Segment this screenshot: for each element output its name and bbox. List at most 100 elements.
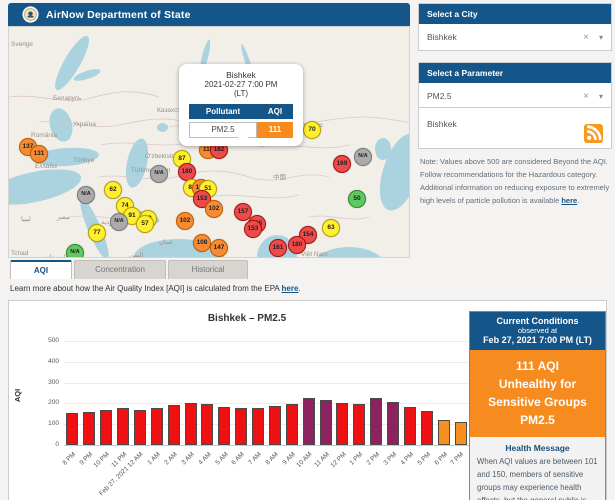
x-axis-tick: 3 PM	[382, 451, 398, 467]
x-axis-tick: 12 PM	[329, 451, 347, 469]
epa-here-link[interactable]: here	[282, 284, 299, 293]
chart-bar	[252, 408, 264, 445]
cc-parameter: PM2.5	[474, 411, 601, 429]
tab-bar: AQI Concentration Historical	[10, 260, 248, 279]
parameter-select-header: Select a Parameter	[419, 63, 611, 83]
parameter-select[interactable]: PM2.5 × ▾	[419, 83, 611, 109]
map-country-label: 中国	[273, 171, 286, 181]
parameter-select-box: Select a Parameter PM2.5 × ▾	[418, 62, 612, 110]
map-country-label: Tchad	[11, 250, 28, 257]
aqi-map-marker[interactable]: N/A	[66, 244, 84, 258]
chart-bar	[286, 404, 298, 445]
aqi-map-marker[interactable]: 153	[244, 220, 262, 238]
aqi-map-marker[interactable]: 180	[288, 236, 306, 254]
aqi-map-marker[interactable]: 70	[303, 121, 321, 139]
aqi-map-marker[interactable]: N/A	[150, 165, 168, 183]
chart-bar	[218, 407, 230, 445]
clear-icon[interactable]: ×	[583, 32, 589, 43]
popup-datetime: 2021-02-27 7:00 PM	[185, 80, 297, 89]
aqi-map-marker[interactable]: 50	[348, 190, 366, 208]
note-here-link[interactable]: here	[561, 196, 577, 205]
map-country-label: Беларусь	[53, 95, 81, 102]
aqi-map-marker[interactable]: 108	[193, 234, 211, 252]
tab-concentration[interactable]: Concentration	[74, 260, 166, 279]
chart-bar	[201, 404, 213, 445]
aqi-map-marker[interactable]: 131	[30, 145, 48, 163]
aqi-map-marker[interactable]: N/A	[77, 186, 95, 204]
aqi-map-marker[interactable]: 77	[88, 224, 106, 242]
popup-city: Bishkek	[185, 70, 297, 80]
chart-bar	[320, 400, 332, 445]
app-title: AirNow Department of State	[46, 9, 191, 21]
aqi-map-marker[interactable]: N/A	[354, 148, 372, 166]
x-axis-tick: 7 PM	[450, 451, 466, 467]
current-conditions-header: Current Conditions observed at Feb 27, 2…	[470, 312, 605, 350]
popup-aqi-value: 111	[257, 122, 293, 138]
map-country-label: ليبيا	[21, 215, 31, 223]
x-axis-tick: 8 PM	[62, 451, 78, 467]
chart-bar	[185, 403, 197, 445]
chart-gridline	[64, 341, 469, 342]
tab-aqi[interactable]: AQI	[10, 260, 72, 279]
chart-bar	[387, 402, 399, 445]
x-axis-tick: 10 AM	[296, 451, 314, 469]
map-country-label: Sverige	[11, 41, 33, 48]
chevron-down-icon[interactable]: ▾	[599, 33, 603, 42]
x-axis-tick: 2 PM	[365, 451, 381, 467]
x-axis-tick: 1 AM	[146, 451, 161, 466]
aqi-map-marker[interactable]: 102	[205, 200, 223, 218]
cc-aqi-block: 111 AQI Unhealthy for Sensitive Groups P…	[470, 350, 605, 437]
popup-table: PollutantAQI PM2.5111	[189, 101, 293, 138]
department-of-state-seal-icon	[22, 6, 39, 23]
chart-bar	[168, 405, 180, 445]
rss-icon[interactable]	[584, 124, 603, 143]
chart-bar	[404, 407, 416, 445]
feed-box: Bishkek	[418, 107, 612, 149]
aqi-map-marker[interactable]: 147	[210, 239, 228, 257]
popup-col-pollutant: Pollutant	[189, 104, 257, 119]
y-axis-tick: 500	[21, 337, 59, 344]
map-country-label: Ελλάδα	[35, 163, 57, 170]
current-conditions-panel: Current Conditions observed at Feb 27, 2…	[469, 311, 606, 500]
map-country-label: Việt Nam	[301, 251, 328, 258]
chart-title: Bishkek – PM2.5	[21, 313, 473, 324]
learn-more-text: Learn more about how the Air Quality Ind…	[10, 284, 301, 293]
beyond-aqi-note: Note: Values above 500 are considered Be…	[420, 155, 612, 208]
chevron-down-icon[interactable]: ▾	[599, 92, 603, 101]
chart-bar	[370, 398, 382, 445]
clear-icon[interactable]: ×	[583, 91, 589, 102]
health-message-text: When AQI values are between 101 and 150,…	[477, 456, 598, 500]
chart-gridline	[64, 445, 469, 446]
chart-bar	[336, 403, 348, 445]
map-country-label: مصر	[57, 213, 70, 221]
aqi-map-marker[interactable]: 102	[176, 212, 194, 230]
chart-bar	[421, 411, 433, 445]
aqi-map-marker[interactable]: N/A	[110, 213, 128, 231]
x-axis-tick: 4 AM	[197, 451, 212, 466]
health-message-box: Health Message When AQI values are betwe…	[470, 437, 605, 500]
chart-bar	[438, 420, 450, 445]
popup-tail	[235, 134, 251, 143]
tab-historical[interactable]: Historical	[168, 260, 248, 279]
chart-bar	[455, 422, 467, 445]
health-message-title: Health Message	[477, 443, 598, 453]
map-country-label: اليمن	[129, 251, 143, 258]
aqi-map-marker[interactable]: 62	[104, 181, 122, 199]
cc-datetime: Feb 27, 2021 7:00 PM (LT)	[472, 335, 603, 345]
learn-more-suffix: .	[298, 284, 300, 293]
cc-title: Current Conditions	[472, 316, 603, 326]
chart-bar	[134, 410, 146, 445]
x-axis-tick: 6 AM	[231, 451, 246, 466]
city-select-value: Bishkek	[427, 32, 583, 42]
x-axis-tick: 5 AM	[214, 451, 229, 466]
app-header: AirNow Department of State	[8, 3, 410, 26]
aqi-map-marker[interactable]: 169	[333, 155, 351, 173]
aqi-map-marker[interactable]: 57	[136, 215, 154, 233]
aqi-map-marker[interactable]: 63	[322, 219, 340, 237]
aqi-map-marker[interactable]: 161	[269, 239, 287, 257]
x-axis-tick: 7 AM	[248, 451, 263, 466]
x-axis-tick: 5 PM	[416, 451, 432, 467]
map-canvas[interactable]: SverigeБеларусьУкраїнаRomâniaΕλλάδαTürki…	[8, 26, 410, 258]
cc-observed-at: observed at	[472, 326, 603, 335]
city-select[interactable]: Bishkek × ▾	[419, 24, 611, 50]
